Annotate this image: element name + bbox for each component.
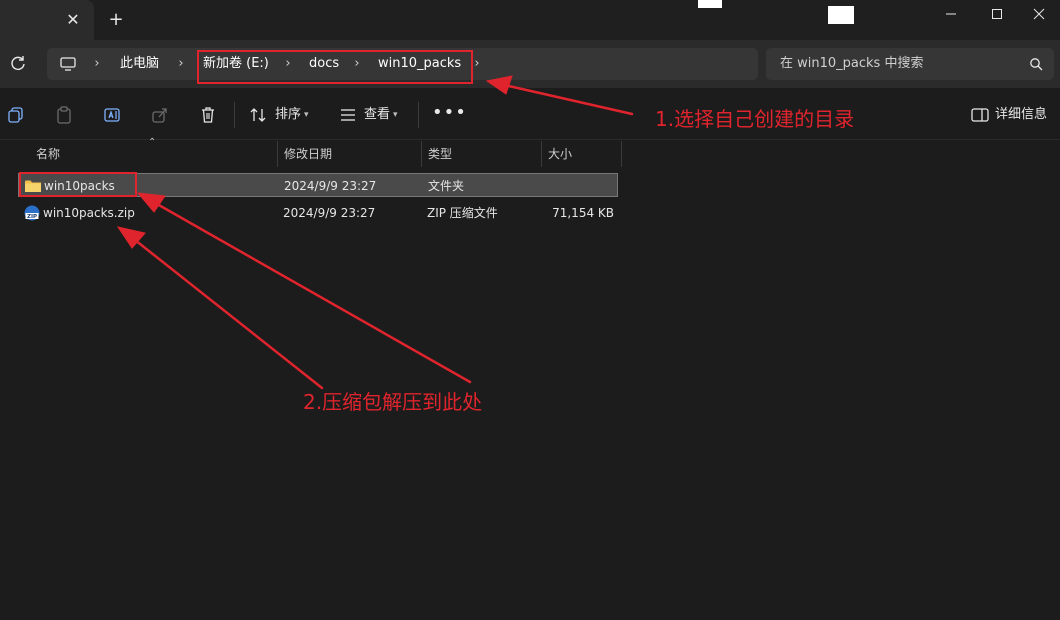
title-bar: ✕ +: [0, 0, 1060, 40]
column-divider[interactable]: [421, 141, 422, 167]
file-name[interactable]: win10packs.zip: [43, 204, 135, 222]
file-type: ZIP 压缩文件: [427, 206, 498, 220]
redacted-block: [828, 6, 854, 24]
command-divider: [234, 102, 235, 128]
chevron-right-icon[interactable]: ›: [92, 55, 102, 73]
paste-icon[interactable]: [54, 105, 74, 125]
column-divider[interactable]: [277, 141, 278, 167]
refresh-icon[interactable]: [8, 54, 28, 74]
annotation-arrow-2: [148, 198, 472, 384]
view-button-label[interactable]: 查看: [364, 106, 390, 124]
chevron-right-icon[interactable]: ›: [176, 55, 186, 73]
file-modified: 2024/9/9 23:27: [284, 179, 377, 193]
search-icon[interactable]: [1028, 56, 1044, 72]
view-icon[interactable]: [338, 105, 358, 125]
sort-icon[interactable]: [248, 105, 268, 125]
new-tab-icon[interactable]: +: [106, 9, 126, 31]
redacted-block: [698, 0, 722, 8]
close-window-button[interactable]: [1016, 0, 1060, 28]
column-divider[interactable]: [621, 141, 622, 167]
delete-icon[interactable]: [198, 105, 218, 125]
zip-icon: ZIP: [24, 205, 40, 221]
annotation-highlight-box: [19, 172, 137, 197]
search-input[interactable]: 在 win10_packs 中搜索: [766, 48, 1054, 80]
command-divider: [418, 102, 419, 128]
share-icon[interactable]: [150, 105, 170, 125]
table-row[interactable]: ZIP win10packs.zip 2024/9/9 23:27 ZIP 压缩…: [18, 201, 618, 225]
maximize-icon: [992, 9, 1002, 19]
details-button-label[interactable]: 详细信息: [995, 106, 1047, 124]
computer-icon[interactable]: [59, 55, 77, 73]
column-header-type[interactable]: 类型: [428, 145, 452, 163]
rename-icon[interactable]: [102, 105, 122, 125]
tab-current[interactable]: ✕: [0, 0, 94, 40]
annotation-highlight-box: [197, 50, 473, 84]
chevron-right-icon[interactable]: ›: [472, 55, 482, 73]
search-placeholder: 在 win10_packs 中搜索: [780, 56, 924, 71]
file-modified: 2024/9/9 23:27: [283, 206, 376, 220]
tab-close-icon[interactable]: ✕: [64, 10, 82, 30]
close-icon: [1033, 8, 1045, 20]
column-header-size[interactable]: 大小: [548, 145, 572, 163]
command-bar: 排序 ▾ 查看 ▾ ••• 详细信息: [0, 88, 1060, 140]
details-pane-icon[interactable]: [970, 105, 990, 125]
svg-text:ZIP: ZIP: [27, 214, 37, 220]
column-header-name[interactable]: 名称: [36, 145, 60, 163]
annotation-note-2: 2.压缩包解压到此处: [303, 390, 483, 414]
column-header-modified[interactable]: 修改日期: [284, 145, 332, 163]
address-row: › 此电脑 › 新加卷 (E:) › docs › win10_packs › …: [0, 40, 1060, 88]
annotation-arrowhead: [116, 226, 146, 249]
minimize-button[interactable]: [928, 0, 974, 28]
chevron-down-icon[interactable]: ▾: [304, 106, 309, 124]
minimize-icon: [946, 13, 956, 15]
breadcrumb-this-pc[interactable]: 此电脑: [120, 55, 159, 73]
more-options-icon[interactable]: •••: [432, 102, 466, 124]
file-list-header: ⌃ 名称 修改日期 类型 大小: [0, 137, 1060, 167]
sort-button-label[interactable]: 排序: [275, 106, 301, 124]
annotation-arrow-3: [128, 234, 324, 390]
column-divider[interactable]: [541, 141, 542, 167]
annotation-note-1: 1.选择自己创建的目录: [655, 107, 855, 131]
chevron-down-icon[interactable]: ▾: [393, 106, 398, 124]
maximize-button[interactable]: [974, 0, 1020, 28]
sort-ascending-icon: ⌃: [148, 137, 157, 148]
copy-icon[interactable]: [6, 105, 26, 125]
file-type: 文件夹: [428, 179, 465, 193]
file-size: 71,154 KB: [552, 206, 614, 220]
